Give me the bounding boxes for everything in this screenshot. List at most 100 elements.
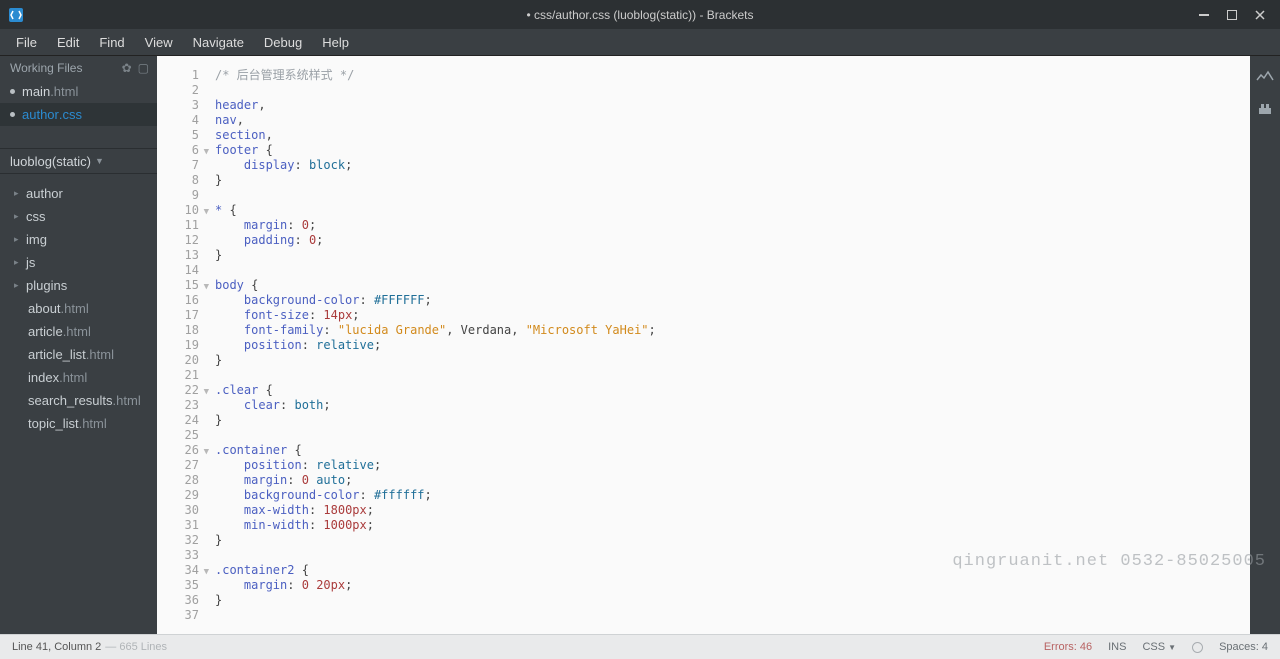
folder-name: plugins: [26, 278, 67, 293]
working-file-author[interactable]: author.css: [0, 103, 157, 126]
tree-file-index[interactable]: index.html: [0, 366, 157, 389]
code-line[interactable]: margin: 0 auto;: [215, 473, 1250, 488]
code-line[interactable]: display: block;: [215, 158, 1250, 173]
code-line[interactable]: margin: 0 20px;: [215, 578, 1250, 593]
code-line[interactable]: clear: both;: [215, 398, 1250, 413]
right-rail: [1250, 56, 1280, 634]
expand-triangle-icon: ▸: [14, 188, 24, 199]
editor-scrollbar[interactable]: [1236, 56, 1250, 634]
code-line[interactable]: padding: 0;: [215, 233, 1250, 248]
code-line[interactable]: .container2 {: [215, 563, 1250, 578]
gutter-line: 31: [157, 518, 207, 533]
code-line[interactable]: header,: [215, 98, 1250, 113]
minimize-button[interactable]: [1190, 5, 1218, 25]
code-line[interactable]: position: relative;: [215, 338, 1250, 353]
code-line[interactable]: font-size: 14px;: [215, 308, 1250, 323]
code-line[interactable]: min-width: 1000px;: [215, 518, 1250, 533]
menu-debug[interactable]: Debug: [254, 31, 312, 54]
gutter-line: 27: [157, 458, 207, 473]
tree-file-about[interactable]: about.html: [0, 297, 157, 320]
file-name: main: [22, 84, 50, 99]
gutter-line: 17: [157, 308, 207, 323]
code-line[interactable]: [215, 548, 1250, 563]
code-line[interactable]: section,: [215, 128, 1250, 143]
code-line[interactable]: margin: 0;: [215, 218, 1250, 233]
file-name: index: [28, 370, 59, 385]
code-line[interactable]: nav,: [215, 113, 1250, 128]
close-button[interactable]: [1246, 5, 1274, 25]
gutter-line: 33: [157, 548, 207, 563]
menu-edit[interactable]: Edit: [47, 31, 89, 54]
status-language[interactable]: CSS ▼: [1142, 641, 1176, 653]
code-line[interactable]: position: relative;: [215, 458, 1250, 473]
code-line[interactable]: }: [215, 248, 1250, 263]
working-files-label: Working Files: [10, 61, 82, 75]
file-name: article: [28, 324, 63, 339]
status-lint-indicator[interactable]: [1192, 642, 1203, 653]
code-line[interactable]: [215, 608, 1250, 623]
tree-file-article_list[interactable]: article_list.html: [0, 343, 157, 366]
menu-find[interactable]: Find: [89, 31, 134, 54]
tree-dir-js[interactable]: ▸js: [0, 251, 157, 274]
code-line[interactable]: background-color: #FFFFFF;: [215, 293, 1250, 308]
code-line[interactable]: [215, 83, 1250, 98]
menu-view[interactable]: View: [135, 31, 183, 54]
working-file-main[interactable]: main.html: [0, 80, 157, 103]
gutter-line: 4: [157, 113, 207, 128]
menu-navigate[interactable]: Navigate: [183, 31, 254, 54]
status-errors[interactable]: Errors: 46: [1044, 641, 1092, 653]
code-line[interactable]: [215, 188, 1250, 203]
code-line[interactable]: .container {: [215, 443, 1250, 458]
file-ext: .html: [79, 416, 107, 431]
code-line[interactable]: [215, 368, 1250, 383]
code-line[interactable]: background-color: #ffffff;: [215, 488, 1250, 503]
code-line[interactable]: .clear {: [215, 383, 1250, 398]
gutter-line: 9: [157, 188, 207, 203]
expand-triangle-icon: ▸: [14, 234, 24, 245]
gutter-line: 15▼: [157, 278, 207, 293]
tree-dir-plugins[interactable]: ▸plugins: [0, 274, 157, 297]
gutter-line: 8: [157, 173, 207, 188]
tree-dir-author[interactable]: ▸author: [0, 182, 157, 205]
extension-icon[interactable]: [1256, 100, 1274, 118]
code-line[interactable]: footer {: [215, 143, 1250, 158]
folder-name: author: [26, 186, 63, 201]
file-ext: .html: [59, 370, 87, 385]
code-line[interactable]: }: [215, 413, 1250, 428]
code-line[interactable]: max-width: 1800px;: [215, 503, 1250, 518]
file-tree: ▸author▸css▸img▸js▸pluginsabout.htmlarti…: [0, 182, 157, 435]
code-line[interactable]: [215, 428, 1250, 443]
tree-file-search_results[interactable]: search_results.html: [0, 389, 157, 412]
code-line[interactable]: }: [215, 533, 1250, 548]
folder-name: css: [26, 209, 46, 224]
collapse-icon[interactable]: ▢: [138, 61, 149, 75]
code-line[interactable]: [215, 263, 1250, 278]
status-ins[interactable]: INS: [1108, 641, 1126, 653]
gutter-line: 21: [157, 368, 207, 383]
code-line[interactable]: /* 后台管理系统样式 */: [215, 68, 1250, 83]
project-dropdown[interactable]: luoblog(static) ▼: [0, 148, 157, 174]
code-line[interactable]: }: [215, 173, 1250, 188]
maximize-button[interactable]: [1218, 5, 1246, 25]
menu-file[interactable]: File: [6, 31, 47, 54]
code-line[interactable]: }: [215, 353, 1250, 368]
status-total-lines: — 665 Lines: [105, 641, 167, 653]
sidebar: Working Files ✿ ▢ main.htmlauthor.css lu…: [0, 56, 157, 634]
file-name: topic_list: [28, 416, 79, 431]
code-line[interactable]: body {: [215, 278, 1250, 293]
tree-file-topic_list[interactable]: topic_list.html: [0, 412, 157, 435]
code-line[interactable]: font-family: "lucida Grande", Verdana, "…: [215, 323, 1250, 338]
tree-file-article[interactable]: article.html: [0, 320, 157, 343]
status-indent[interactable]: Spaces: 4: [1219, 641, 1268, 653]
expand-triangle-icon: ▸: [14, 280, 24, 291]
gear-icon[interactable]: ✿: [122, 61, 132, 75]
code-editor[interactable]: 123456▼78910▼1112131415▼16171819202122▼2…: [157, 56, 1250, 634]
menu-help[interactable]: Help: [312, 31, 359, 54]
live-preview-icon[interactable]: [1256, 68, 1274, 86]
code-line[interactable]: }: [215, 593, 1250, 608]
tree-dir-css[interactable]: ▸css: [0, 205, 157, 228]
gutter-line: 3: [157, 98, 207, 113]
code-line[interactable]: * {: [215, 203, 1250, 218]
tree-dir-img[interactable]: ▸img: [0, 228, 157, 251]
file-ext: .css: [59, 107, 82, 122]
